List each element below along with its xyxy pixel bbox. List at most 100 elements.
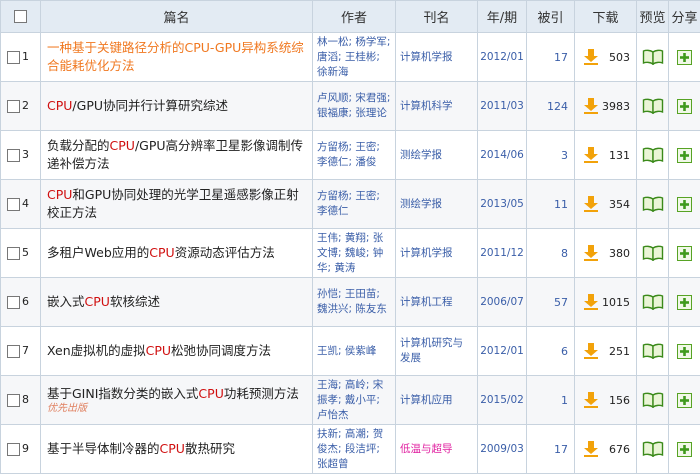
download-arrow-icon[interactable] (583, 342, 599, 360)
download-cell: 354 (575, 180, 637, 229)
authors-cell[interactable]: 林一松; 杨学军; 唐滔; 王桂彬; 徐新海 (313, 33, 396, 82)
add-plus-icon[interactable] (677, 246, 692, 261)
add-plus-icon[interactable] (677, 99, 692, 114)
journal-cell[interactable]: 计算机工程 (396, 278, 478, 327)
authors-cell[interactable]: 王凯; 侯紫峰 (313, 327, 396, 376)
cited-count[interactable]: 6 (527, 327, 575, 376)
download-arrow-icon[interactable] (583, 195, 599, 213)
download-arrow-icon[interactable] (583, 48, 599, 66)
add-plus-icon[interactable] (677, 344, 692, 359)
open-book-icon[interactable] (642, 441, 664, 457)
title-link[interactable]: CPU/GPU协同并行计算研究综述 (47, 98, 228, 113)
cited-count[interactable]: 3 (527, 131, 575, 180)
cited-count[interactable]: 17 (527, 33, 575, 82)
title-cell: 嵌入式CPU软核综述 (41, 278, 313, 327)
authors-cell[interactable]: 王伟; 黄翔; 张文博; 魏峻; 钟华; 黄涛 (313, 229, 396, 278)
row-checkbox[interactable] (7, 394, 20, 407)
preview-cell (637, 327, 669, 376)
open-book-icon[interactable] (642, 49, 664, 65)
authors-cell[interactable]: 扶新; 高潮; 贺俊杰; 段洁坪; 张超曾 (313, 425, 396, 474)
authors-cell[interactable]: 孙恺; 王田苗; 魏洪兴; 陈友东 (313, 278, 396, 327)
year-cell[interactable]: 2006/07 (478, 278, 527, 327)
year-cell[interactable]: 2013/05 (478, 180, 527, 229)
authors-cell[interactable]: 方留杨; 王密; 李德仁; 潘俊 (313, 131, 396, 180)
download-arrow-icon[interactable] (583, 97, 599, 115)
cited-count[interactable]: 124 (527, 82, 575, 131)
download-arrow-icon[interactable] (583, 440, 599, 458)
download-cell: 156 (575, 376, 637, 425)
year-cell[interactable]: 2012/01 (478, 327, 527, 376)
title-link[interactable]: 负载分配的CPU/GPU高分辨率卫星影像调制传递补偿方法 (47, 138, 303, 171)
open-book-icon[interactable] (642, 147, 664, 163)
col-year[interactable]: 年/期 (478, 1, 527, 33)
journal-cell[interactable]: 计算机学报 (396, 229, 478, 278)
year-cell[interactable]: 2011/12 (478, 229, 527, 278)
open-book-icon[interactable] (642, 343, 664, 359)
row-checkbox[interactable] (7, 296, 20, 309)
year-cell[interactable]: 2014/06 (478, 131, 527, 180)
journal-cell[interactable]: 测绘学报 (396, 131, 478, 180)
journal-cell[interactable]: 计算机科学 (396, 82, 478, 131)
cited-count[interactable]: 57 (527, 278, 575, 327)
col-title[interactable]: 篇名 (41, 1, 313, 33)
journal-cell[interactable]: 低温与超导 (396, 425, 478, 474)
download-count: 354 (609, 198, 630, 211)
table-row: 6 嵌入式CPU软核综述 孙恺; 王田苗; 魏洪兴; 陈友东 计算机工程 200… (1, 278, 700, 327)
title-link[interactable]: 一种基于关键路径分析的CPU-GPU异构系统综合能耗优化方法 (47, 40, 304, 73)
journal-cell[interactable]: 测绘学报 (396, 180, 478, 229)
journal-cell[interactable]: 计算机应用 (396, 376, 478, 425)
add-plus-icon[interactable] (677, 50, 692, 65)
cited-count[interactable]: 1 (527, 376, 575, 425)
col-download[interactable]: 下载 (575, 1, 637, 33)
journal-cell[interactable]: 计算机学报 (396, 33, 478, 82)
year-cell[interactable]: 2012/01 (478, 33, 527, 82)
title-link[interactable]: 嵌入式CPU软核综述 (47, 294, 160, 309)
year-cell[interactable]: 2009/03 (478, 425, 527, 474)
row-checkbox[interactable] (7, 198, 20, 211)
cited-count[interactable]: 11 (527, 180, 575, 229)
col-journal[interactable]: 刊名 (396, 1, 478, 33)
year-cell[interactable]: 2011/03 (478, 82, 527, 131)
row-checkbox[interactable] (7, 51, 20, 64)
add-plus-icon[interactable] (677, 148, 692, 163)
preview-cell (637, 376, 669, 425)
title-link[interactable]: 基于GINI指数分类的嵌入式CPU功耗预测方法 (47, 386, 299, 401)
row-checkbox[interactable] (7, 100, 20, 113)
authors-cell[interactable]: 方留杨; 王密; 李德仁 (313, 180, 396, 229)
open-book-icon[interactable] (642, 294, 664, 310)
journal-cell[interactable]: 计算机研究与发展 (396, 327, 478, 376)
open-book-icon[interactable] (642, 392, 664, 408)
add-plus-icon[interactable] (677, 393, 692, 408)
add-plus-icon[interactable] (677, 442, 692, 457)
authors-cell[interactable]: 王海; 高岭; 宋振孝; 戴小平; 卢怡杰 (313, 376, 396, 425)
row-checkbox[interactable] (7, 149, 20, 162)
row-checkbox[interactable] (7, 443, 20, 456)
col-cited[interactable]: 被引 (527, 1, 575, 33)
cited-count[interactable]: 17 (527, 425, 575, 474)
open-book-icon[interactable] (642, 196, 664, 212)
download-arrow-icon[interactable] (583, 244, 599, 262)
add-plus-icon[interactable] (677, 197, 692, 212)
open-book-icon[interactable] (642, 245, 664, 261)
preview-cell (637, 278, 669, 327)
title-text-rest: 资源动态评估方法 (175, 245, 275, 260)
table-row: 3 负载分配的CPU/GPU高分辨率卫星影像调制传递补偿方法 方留杨; 王密; … (1, 131, 700, 180)
authors-cell[interactable]: 卢风顺; 宋君强; 银福康; 张理论 (313, 82, 396, 131)
title-link[interactable]: 多租户Web应用的CPU资源动态评估方法 (47, 245, 275, 260)
add-plus-icon[interactable] (677, 295, 692, 310)
row-checkbox[interactable] (7, 247, 20, 260)
year-cell[interactable]: 2015/02 (478, 376, 527, 425)
download-arrow-icon[interactable] (583, 146, 599, 164)
row-checkbox[interactable] (7, 345, 20, 358)
download-arrow-icon[interactable] (583, 391, 599, 409)
select-all-checkbox[interactable] (14, 10, 27, 23)
preview-cell (637, 82, 669, 131)
cited-count[interactable]: 8 (527, 229, 575, 278)
title-link[interactable]: 基于半导体制冷器的CPU散热研究 (47, 441, 235, 456)
title-link[interactable]: Xen虚拟机的虚拟CPU松弛协同调度方法 (47, 343, 271, 358)
open-book-icon[interactable] (642, 98, 664, 114)
share-cell (669, 327, 700, 376)
download-arrow-icon[interactable] (583, 293, 599, 311)
title-link[interactable]: CPU和GPU协同处理的光学卫星遥感影像正射校正方法 (47, 187, 299, 220)
col-authors[interactable]: 作者 (313, 1, 396, 33)
